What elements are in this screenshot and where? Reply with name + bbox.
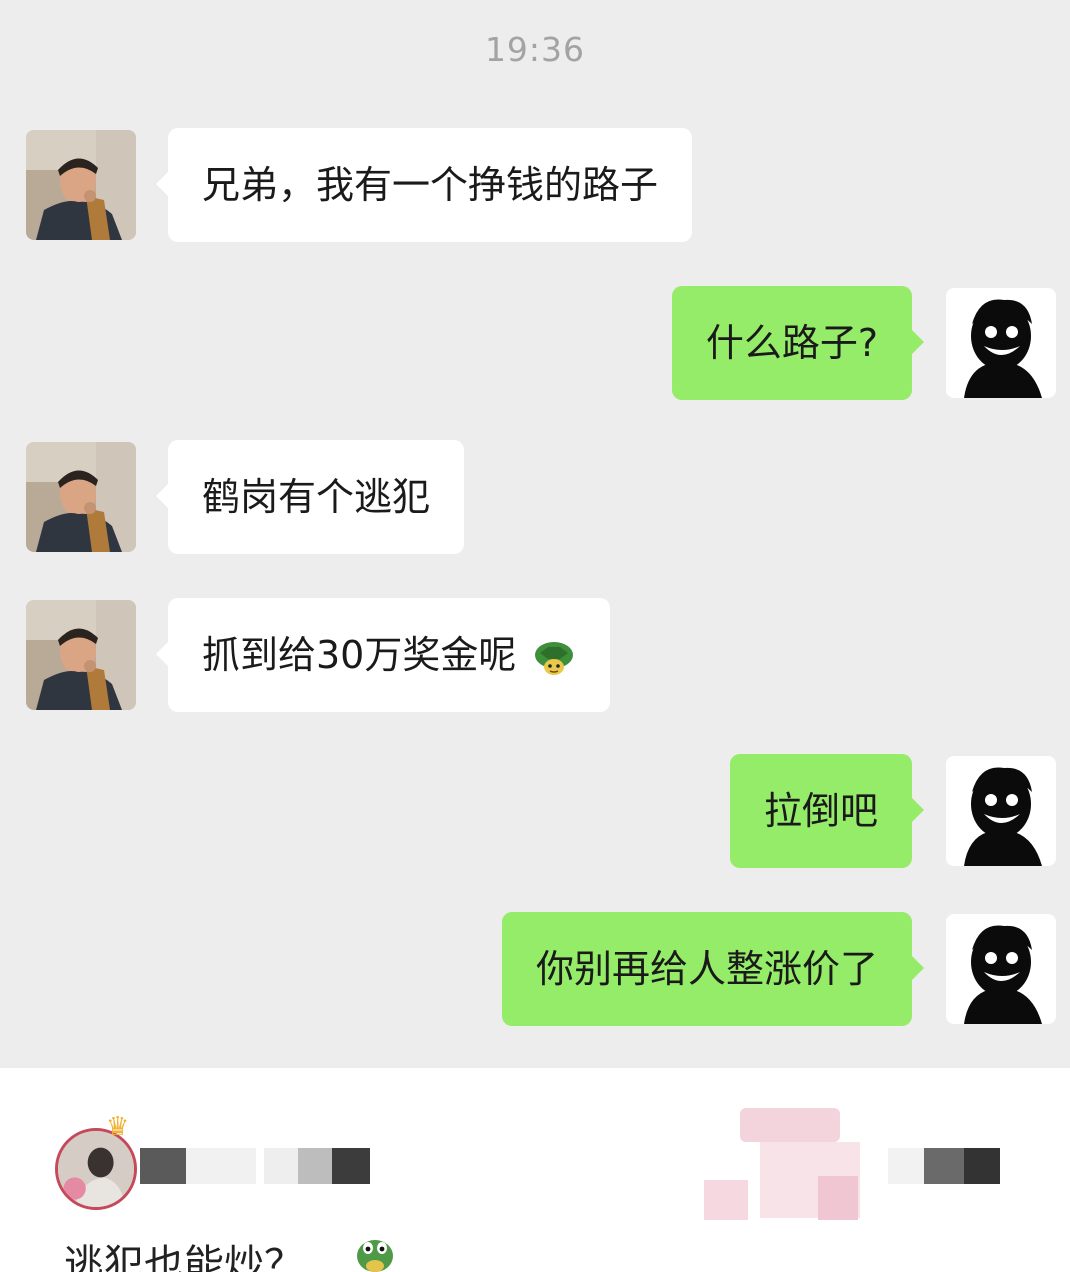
message-text: 抓到给30万奖金呢	[202, 633, 517, 677]
turtle-emoji-icon	[357, 1240, 393, 1272]
redacted-username	[298, 1148, 332, 1184]
my-avatar[interactable]	[946, 288, 1056, 398]
message-text: 拉倒吧	[763, 789, 878, 833]
redacted-username	[140, 1148, 186, 1184]
redacted-username	[964, 1148, 1000, 1184]
message-bubble-incoming[interactable]: 鹤岗有个逃犯	[155, 440, 465, 554]
friend-photo-icon	[26, 442, 136, 552]
message-text: 什么路子?	[705, 321, 878, 365]
message-bubble-outgoing[interactable]: 你别再给人整涨价了	[501, 912, 925, 1026]
shadow-face-icon	[946, 756, 1056, 866]
redacted-image	[704, 1180, 748, 1220]
redacted-username	[332, 1148, 370, 1184]
commenter-photo-icon	[58, 1131, 134, 1207]
shadow-face-icon	[946, 914, 1056, 1024]
message-text: 兄弟，我有一个挣钱的路子	[202, 163, 659, 207]
turtle-emoji-icon	[535, 641, 574, 675]
redacted-username	[924, 1148, 964, 1184]
redacted-image	[740, 1108, 840, 1142]
redacted-username	[186, 1148, 256, 1184]
friend-avatar[interactable]	[26, 600, 136, 710]
my-avatar[interactable]	[946, 756, 1056, 866]
comment-text: 逃犯也能炒？	[64, 1242, 304, 1272]
message-bubble-incoming[interactable]: 抓到给30万奖金呢	[155, 598, 611, 712]
message-bubble-outgoing[interactable]: 什么路子?	[671, 286, 925, 400]
shadow-face-icon	[946, 288, 1056, 398]
message-bubble-outgoing[interactable]: 拉倒吧	[729, 754, 925, 868]
redacted-image	[818, 1176, 858, 1220]
redacted-username	[888, 1148, 924, 1184]
chat-window: 19:36 兄弟，我有一个挣钱的路子 什么路子? 鹤岗有个逃犯 抓到给30万奖金…	[0, 0, 1070, 1068]
message-bubble-incoming[interactable]: 兄弟，我有一个挣钱的路子	[155, 128, 693, 242]
message-text: 你别再给人整涨价了	[535, 947, 878, 991]
friend-photo-icon	[26, 130, 136, 240]
friend-photo-icon	[26, 600, 136, 710]
friend-avatar[interactable]	[26, 130, 136, 240]
my-avatar[interactable]	[946, 914, 1056, 1024]
crown-icon: ♛	[106, 1112, 130, 1142]
redacted-username	[264, 1148, 298, 1184]
message-text: 鹤岗有个逃犯	[202, 475, 431, 519]
message-timestamp: 19:36	[484, 30, 586, 69]
friend-avatar[interactable]	[26, 442, 136, 552]
